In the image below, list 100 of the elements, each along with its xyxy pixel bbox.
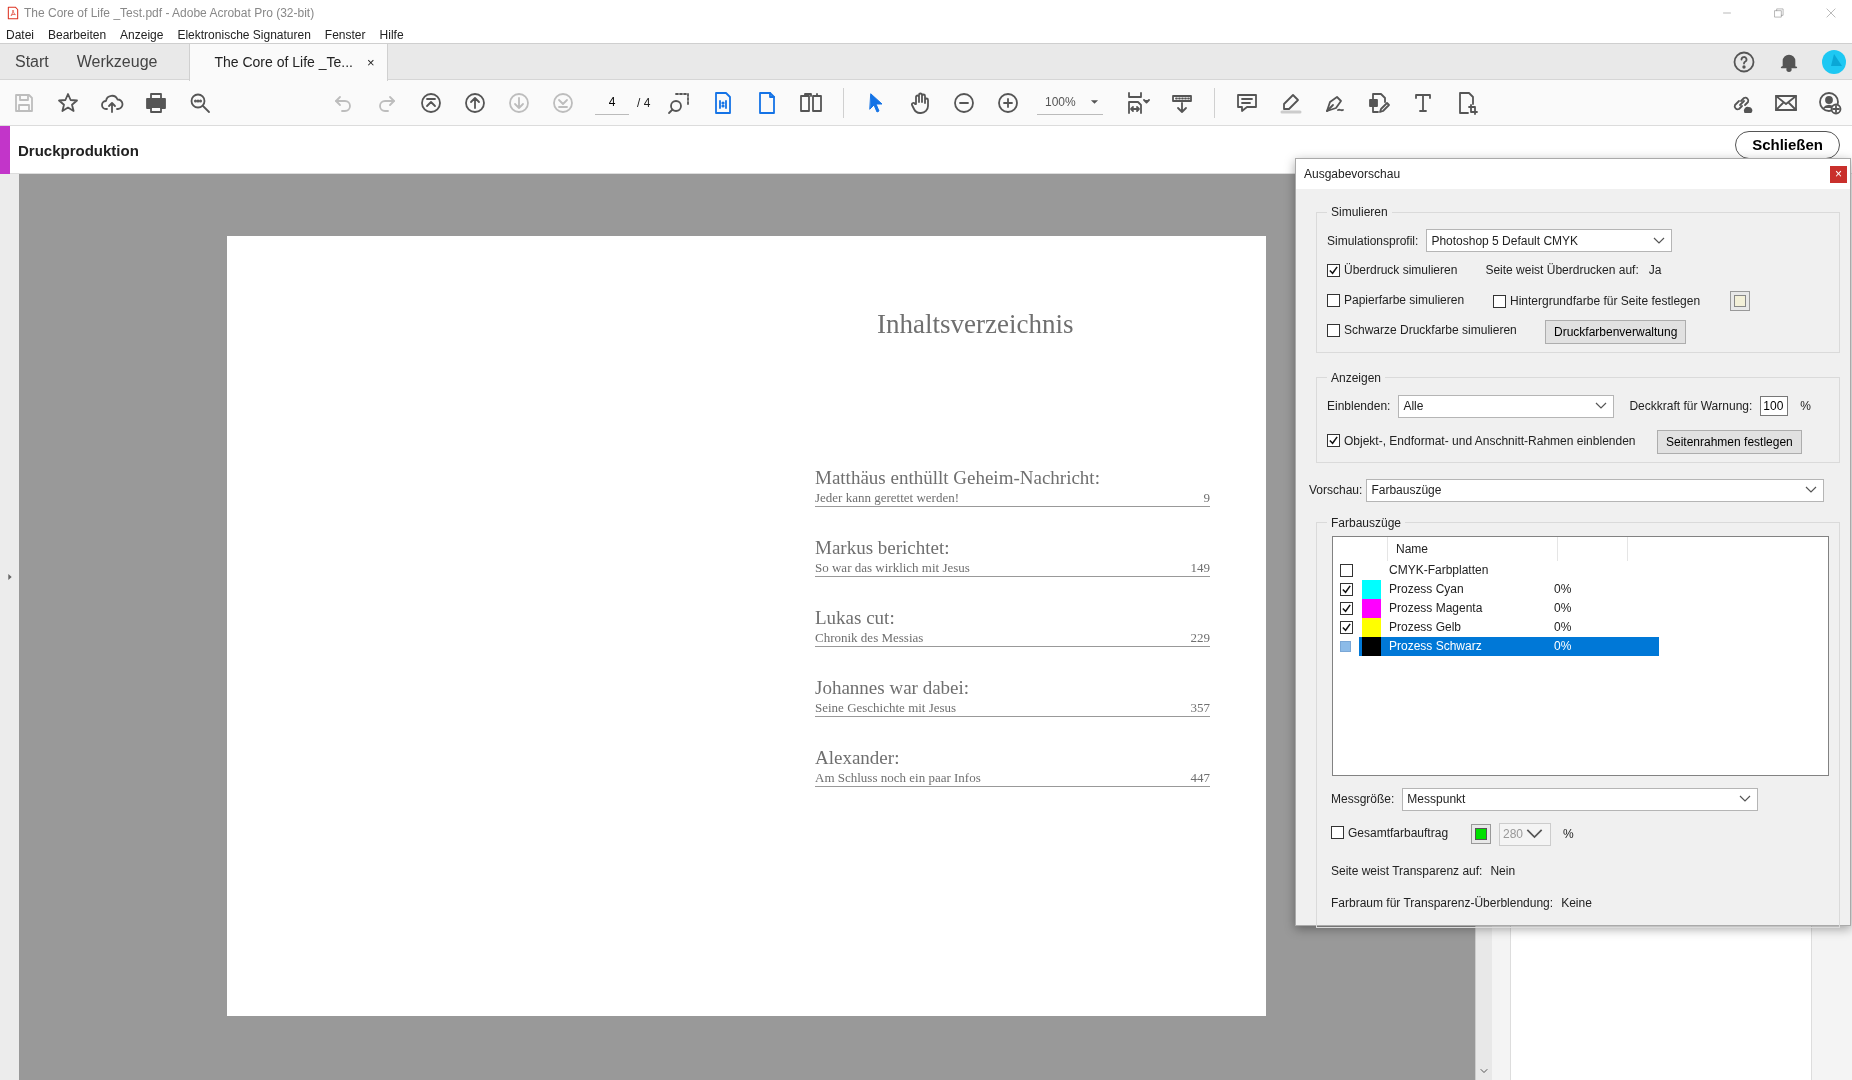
menu-item[interactable]: Bearbeiten — [48, 25, 107, 44]
toc-page-number: 447 — [1190, 768, 1210, 786]
coverage-value: 0% — [1554, 619, 1572, 636]
field-label: Simulationsprofil: — [1327, 232, 1419, 250]
checkbox[interactable] — [1340, 582, 1353, 596]
list-row[interactable]: Prozess Cyan 0% — [1359, 579, 1659, 599]
app-tab[interactable]: Werkzeuge — [62, 44, 172, 80]
zoom-out-icon[interactable] — [952, 90, 976, 115]
field-label: Vorschau: — [1309, 482, 1363, 499]
checkbox[interactable] — [1327, 293, 1340, 307]
info-label: Seite weist Transparenz auf: — [1331, 862, 1483, 880]
add-user-icon[interactable] — [1818, 90, 1842, 115]
list-row[interactable]: Prozess Magenta 0% — [1359, 598, 1659, 618]
toc-subtitle: So war das wirklich mit Jesus — [815, 558, 970, 576]
checkbox-label: Hintergrundfarbe für Seite festlegen — [1510, 293, 1701, 311]
unit-label: % — [1563, 826, 1574, 843]
page-number-field[interactable]: 4 — [595, 90, 629, 115]
app-tab[interactable]: Start — [0, 44, 63, 80]
toc-page-number: 229 — [1190, 628, 1210, 646]
marquee-zoom-icon[interactable] — [667, 90, 691, 115]
group-title: Farbauszüge — [1330, 515, 1403, 530]
coverage-value: 0% — [1554, 600, 1572, 617]
menu-item[interactable]: Datei — [6, 25, 34, 44]
star-icon[interactable] — [56, 90, 80, 115]
checkbox[interactable] — [1340, 620, 1353, 634]
window-title: The Core of Life _Test.pdf - Adobe Acrobat Pro (32-bit) — [24, 5, 315, 22]
toc-title: Alexander: — [815, 746, 901, 769]
toc-title: Lukas cut: — [815, 606, 896, 629]
checkbox-label: Überdruck simulieren — [1344, 262, 1458, 279]
unit-label: % — [1800, 398, 1811, 415]
checkbox[interactable] — [1340, 601, 1353, 615]
plate-name: Prozess Magenta — [1388, 600, 1484, 617]
measure-dropdown[interactable]: Messpunkt — [1402, 787, 1759, 811]
toc-subtitle: Seine Geschichte mit Jesus — [815, 698, 957, 716]
printer-icon[interactable] — [144, 90, 168, 115]
toc-title: Markus berichtet: — [815, 536, 951, 559]
toc-subtitle: Am Schluss noch ein paar Infos — [815, 768, 981, 786]
toc-page-number: 149 — [1190, 558, 1210, 576]
preview-dropdown[interactable]: Farbauszüge — [1366, 478, 1825, 502]
help-icon[interactable] — [1732, 49, 1756, 74]
plate-name: Prozess Schwarz — [1388, 638, 1483, 655]
coverage-value: 0% — [1554, 638, 1572, 655]
fit-page-icon[interactable] — [1126, 90, 1150, 115]
caret-icon — [1089, 99, 1099, 105]
ink-manager-button[interactable]: Druckfarbenverwaltung — [1545, 319, 1687, 344]
field-label: Deckkraft für Warnung: — [1629, 398, 1753, 415]
edit-document-icon[interactable] — [1367, 90, 1391, 115]
info-value: Ja — [1648, 262, 1662, 279]
close-button[interactable]: Schließen — [1735, 131, 1840, 159]
plate-name: Prozess Cyan — [1388, 581, 1465, 598]
panel-title: Druckproduktion — [18, 141, 139, 161]
checkbox-label: Schwarze Druckfarbe simulieren — [1344, 322, 1517, 340]
menu-item[interactable]: Hilfe — [379, 25, 404, 44]
field-label: Messgröße: — [1331, 791, 1395, 808]
toc-title: Johannes war dabei: — [815, 676, 971, 699]
accent-bar — [0, 126, 10, 174]
checkbox[interactable] — [1327, 434, 1340, 448]
group-title: Simulieren — [1330, 205, 1389, 219]
tab-close[interactable]: × — [366, 52, 375, 73]
column-header: Name — [1388, 536, 1558, 561]
show-dropdown[interactable]: Alle — [1398, 394, 1615, 418]
checkbox-label: Gesamtfarbauftrag — [1348, 824, 1449, 842]
menu-item[interactable]: Elektronische Signaturen — [177, 25, 311, 44]
toc-subtitle: Chronik des Messias — [815, 628, 924, 646]
document-tab[interactable]: The Core of Life _Te... × — [189, 44, 388, 81]
first-page-icon[interactable] — [419, 90, 443, 115]
toc-subtitle: Jeder kann gerettet werden! — [815, 488, 959, 506]
checkbox[interactable] — [1327, 263, 1340, 277]
checkbox-label: Papierfarbe simulieren — [1344, 292, 1465, 309]
info-value: Nein — [1490, 862, 1516, 880]
zoom-field[interactable]: 100% — [1037, 90, 1103, 115]
opacity-field[interactable]: 100 — [1760, 396, 1789, 416]
hand-icon[interactable] — [908, 90, 932, 115]
arrow-up-icon[interactable] — [463, 90, 487, 115]
checkbox[interactable] — [1493, 294, 1506, 308]
checkbox[interactable] — [1340, 563, 1353, 577]
checkbox[interactable] — [1327, 323, 1340, 337]
color-swatch[interactable] — [1471, 824, 1491, 844]
color-swatch[interactable] — [1730, 291, 1751, 312]
plate-name: CMYK-Farbplatten — [1388, 562, 1490, 579]
page-frames-button[interactable]: Seitenrahmen festlegen — [1657, 429, 1802, 454]
menu-item[interactable]: Fenster — [324, 25, 366, 44]
toc-heading: Inhaltsverzeichnis — [877, 308, 1075, 341]
pdf-file-icon — [6, 6, 20, 20]
list-row[interactable]: CMYK-Farbplatten — [1359, 560, 1659, 580]
info-label: Seite weist Überdrucken auf: — [1485, 262, 1639, 279]
close-button[interactable]: × — [1830, 165, 1847, 183]
checkbox[interactable] — [1340, 640, 1351, 652]
list-row[interactable]: Prozess Gelb 0% — [1359, 617, 1659, 637]
menu-item[interactable]: Anzeige — [120, 25, 164, 44]
zoom-in-icon[interactable] — [996, 90, 1020, 115]
plate-name: Prozess Gelb — [1388, 619, 1463, 636]
coverage-value: 0% — [1554, 581, 1572, 598]
info-label: Farbraum für Transparenz-Überblendung: — [1331, 894, 1554, 912]
checkbox-label: Objekt-, Endformat- und Anschnitt-Rahmen einblenden — [1344, 432, 1636, 450]
profile-dropdown[interactable]: Photoshop 5 Default CMYK — [1426, 229, 1673, 252]
group-title: Anzeigen — [1330, 370, 1383, 385]
two-pages-icon[interactable] — [799, 90, 823, 115]
list-row[interactable]: Prozess Schwarz 0% — [1359, 636, 1659, 656]
page-total: / 4 — [637, 94, 652, 112]
